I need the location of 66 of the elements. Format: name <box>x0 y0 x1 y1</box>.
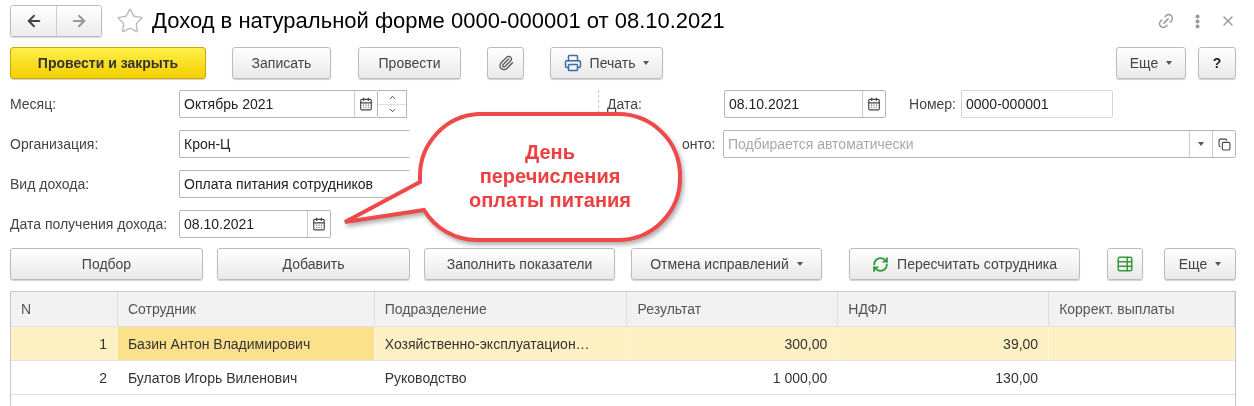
column-header[interactable]: НДФЛ <box>838 292 1050 326</box>
table-cell-text: 1 000,00 <box>771 368 829 388</box>
back-button[interactable] <box>11 6 56 36</box>
calendar-button[interactable] <box>354 91 377 117</box>
attach-button[interactable] <box>487 47 524 79</box>
dropdown-button[interactable]: Отмена исправлений <box>631 248 822 280</box>
window-title: Доход в натуральной форме 0000-000001 от 08.10.2021 <box>152 8 725 34</box>
toolbar-button[interactable]: Провести <box>358 47 461 79</box>
input-field[interactable]: Крон-Ц <box>179 130 410 158</box>
more-icon <box>1195 13 1200 29</box>
field-label: Дата получения дохода: <box>9 216 169 232</box>
column-header[interactable]: Подразделение <box>374 292 628 326</box>
calendar-button[interactable] <box>862 91 885 117</box>
recalculate-button[interactable]: Пересчитать сотрудника <box>849 248 1080 280</box>
more-button[interactable]: Еще <box>1116 47 1186 79</box>
star-icon <box>116 7 144 35</box>
table-cell-text: 130,00 <box>994 368 1040 388</box>
field-label: Номер: <box>908 96 957 112</box>
month-field[interactable]: Октябрь 2021 <box>179 90 378 118</box>
number-field[interactable]: 0000-000001 <box>961 90 1113 118</box>
link-button[interactable] <box>1157 12 1175 30</box>
calendar-icon <box>359 97 373 111</box>
table-cell-text: 2 <box>98 368 108 388</box>
table-cell: 39,00 <box>838 327 1050 360</box>
field-label: Вид дохода: <box>9 176 91 192</box>
date-field[interactable]: 08.10.2021 <box>179 210 331 238</box>
table-cell: 300,00 <box>627 327 839 360</box>
more-button[interactable] <box>1195 13 1200 29</box>
calendar-icon <box>867 97 881 111</box>
post-and-close-button[interactable]: Провести и закрыть <box>10 47 206 79</box>
paperclip-icon <box>497 55 514 71</box>
print-button[interactable]: Печать <box>550 47 663 79</box>
favorite-star-button[interactable] <box>116 7 144 35</box>
toolbar-button[interactable]: Добавить <box>217 248 410 280</box>
calendar-button[interactable] <box>307 211 330 237</box>
open-icon <box>1217 137 1231 151</box>
toolbar-button[interactable]: Подбор <box>10 248 203 280</box>
table-cell: Базин Антон Владимирович <box>117 327 375 360</box>
toolbar-button[interactable]: Заполнить показатели <box>424 248 615 280</box>
caret-icon <box>1198 142 1204 146</box>
callout-text: День перечисления оплаты питания <box>468 140 632 212</box>
date-field[interactable]: 08.10.2021 <box>724 90 886 118</box>
table-cell-text: Булатов Игорь Виленович <box>126 368 299 388</box>
column-header[interactable]: Сотрудник <box>117 292 375 326</box>
field-label: Дата: <box>607 96 643 112</box>
table-row[interactable]: 1 Базин Антон Владимирович Хозяйственно-эксплуатацион… 300,00 39,00 <box>11 327 1235 361</box>
column-header[interactable]: N <box>11 292 118 326</box>
add-table-button[interactable] <box>1107 248 1143 280</box>
refresh-icon <box>872 255 890 273</box>
column-header[interactable]: Коррект. выплаты <box>1049 292 1235 326</box>
field-label: Организация: <box>9 136 100 152</box>
column-header[interactable]: Результат <box>627 292 839 326</box>
field-label: Месяц: <box>9 96 58 112</box>
table-add-icon <box>1116 255 1134 273</box>
help-button[interactable]: ? <box>1198 47 1236 79</box>
dropdown-button[interactable]: Еще <box>1164 248 1236 280</box>
table-cell-text: Руководство <box>383 368 468 388</box>
forward-arrow-icon <box>70 12 88 30</box>
table-cell: Хозяйственно-эксплуатацион… <box>374 327 628 360</box>
calendar-icon <box>312 217 326 231</box>
field-label: онто: <box>682 136 716 152</box>
table-cell: 1 <box>11 327 118 360</box>
toolbar-button[interactable]: Записать <box>232 47 331 79</box>
open-button[interactable] <box>1212 131 1235 157</box>
input-field[interactable]: Оплата питания сотрудников <box>179 170 410 198</box>
printer-icon <box>563 54 582 72</box>
